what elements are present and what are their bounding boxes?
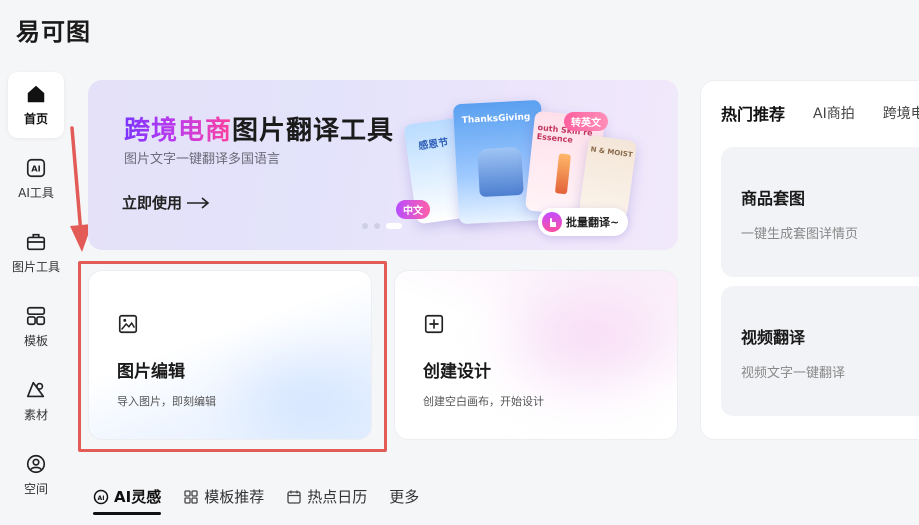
promo-banner[interactable]: 跨境电商图片翻译工具 图片文字一键翻译多国语言 立即使用 感恩节 ThanksG… xyxy=(88,80,678,250)
sidebar-item-materials[interactable]: 素材 xyxy=(8,368,64,434)
arrow-right-icon xyxy=(187,196,210,209)
grid-icon xyxy=(184,489,198,504)
ai-spark-icon: AI xyxy=(93,489,109,504)
content-tabs: AI AI灵感 模板推荐 热点日历 更多 xyxy=(93,486,419,515)
sidebar-item-templates[interactable]: 模板 xyxy=(8,294,64,360)
card-glow xyxy=(515,291,665,381)
sidebar-item-label: 空间 xyxy=(23,482,48,496)
card-glow xyxy=(239,371,371,431)
illustration-card-text: N & MOIST xyxy=(590,145,634,160)
tab-hot-calendar[interactable]: 热点日历 xyxy=(286,486,367,515)
carousel-dot[interactable] xyxy=(374,223,380,229)
image-edit-subtitle: 导入图片，即刻编辑 xyxy=(117,395,216,408)
sidebar-item-ai-tools[interactable]: AI AI工具 xyxy=(8,146,64,212)
sidebar-item-space[interactable]: 空间 xyxy=(8,442,64,508)
tab-label: 热点日历 xyxy=(307,488,368,506)
app-logo[interactable]: 易可图 xyxy=(16,12,91,47)
illustration-card-text: ThanksGiving xyxy=(461,112,531,126)
create-design-subtitle: 创建空白画布，开始设计 xyxy=(423,395,544,408)
sidebar-item-label: AI工具 xyxy=(18,186,54,200)
recommend-card-video-translate[interactable]: 视频翻译 视频文字一键翻译 xyxy=(721,286,919,416)
recommend-tabs: 热门推荐 AI商拍 跨境电 xyxy=(721,103,919,125)
tab-ai-product-photo[interactable]: AI商拍 xyxy=(813,103,855,125)
banner-illustration: 感恩节 ThanksGiving outh Skin re Essence N … xyxy=(388,92,678,250)
recommend-card-subtitle: 视频文字一键翻译 xyxy=(741,366,846,381)
calendar-icon xyxy=(287,490,301,504)
create-design-card[interactable]: 创建设计 创建空白画布，开始设计 xyxy=(394,270,678,440)
jacket-graphic xyxy=(477,146,524,198)
tab-ai-inspiration[interactable]: AI AI灵感 xyxy=(93,486,162,515)
tab-hot-recommend[interactable]: 热门推荐 xyxy=(721,101,785,125)
svg-text:AI: AI xyxy=(31,164,40,174)
tab-label: AI灵感 xyxy=(114,488,162,506)
home-icon xyxy=(27,85,45,103)
material-icon xyxy=(26,381,45,398)
tag-chinese: 中文 xyxy=(396,200,430,219)
tab-label: 更多 xyxy=(389,488,420,506)
svg-text:AI: AI xyxy=(98,495,105,502)
banner-cta-button[interactable]: 立即使用 xyxy=(122,192,210,213)
illustration-card: N & MOIST xyxy=(578,135,638,219)
hand-pointer-icon xyxy=(542,212,562,232)
batch-translate-label: 批量翻译~ xyxy=(566,216,620,229)
create-design-title: 创建设计 xyxy=(423,362,491,382)
tab-label: 模板推荐 xyxy=(204,488,265,506)
bottle-graphic xyxy=(554,153,572,195)
sidebar-item-label: 模板 xyxy=(23,334,48,348)
recommend-panel: 热门推荐 AI商拍 跨境电 商品套图 一键生成套图详情页 视频翻译 视频文字一键… xyxy=(700,80,919,440)
sidebar-item-label: 图片工具 xyxy=(11,260,60,274)
recommend-card-subtitle: 一键生成套图详情页 xyxy=(741,227,859,242)
tab-more[interactable]: 更多 xyxy=(389,486,419,515)
plus-square-icon xyxy=(424,314,444,334)
banner-title: 跨境电商图片翻译工具 xyxy=(124,110,394,147)
sidebar-item-label: 素材 xyxy=(23,408,48,422)
template-icon xyxy=(26,306,46,326)
banner-subtitle: 图片文字一键翻译多国语言 xyxy=(124,152,281,167)
banner-title-rest: 图片翻译工具 xyxy=(232,116,395,146)
image-edit-card[interactable]: 图片编辑 导入图片，即刻编辑 xyxy=(88,270,372,440)
tag-english: 转英文 xyxy=(564,112,608,131)
tab-cross-border[interactable]: 跨境电 xyxy=(883,103,919,125)
banner-cta-label: 立即使用 xyxy=(122,194,183,212)
sidebar-item-image-tools[interactable]: 图片工具 xyxy=(8,220,64,286)
recommend-card-title: 视频翻译 xyxy=(741,328,806,347)
carousel-dot[interactable] xyxy=(362,223,368,229)
recommend-card-title: 商品套图 xyxy=(741,189,806,208)
illustration-card-text: 感恩节 xyxy=(417,137,450,153)
user-space-icon xyxy=(26,454,46,474)
batch-translate-pill: 批量翻译~ xyxy=(538,208,629,236)
sidebar-item-label: 首页 xyxy=(23,112,48,126)
banner-title-highlight: 跨境电商 xyxy=(124,116,233,146)
image-edit-title: 图片编辑 xyxy=(117,362,185,382)
sidebar-item-home[interactable]: 首页 xyxy=(8,72,64,138)
ai-icon: AI xyxy=(26,158,46,178)
tab-template-recommend[interactable]: 模板推荐 xyxy=(183,486,264,515)
recommend-card-product-set[interactable]: 商品套图 一键生成套图详情页 xyxy=(721,147,919,277)
image-edit-icon xyxy=(118,314,138,334)
toolbox-icon xyxy=(26,233,46,251)
